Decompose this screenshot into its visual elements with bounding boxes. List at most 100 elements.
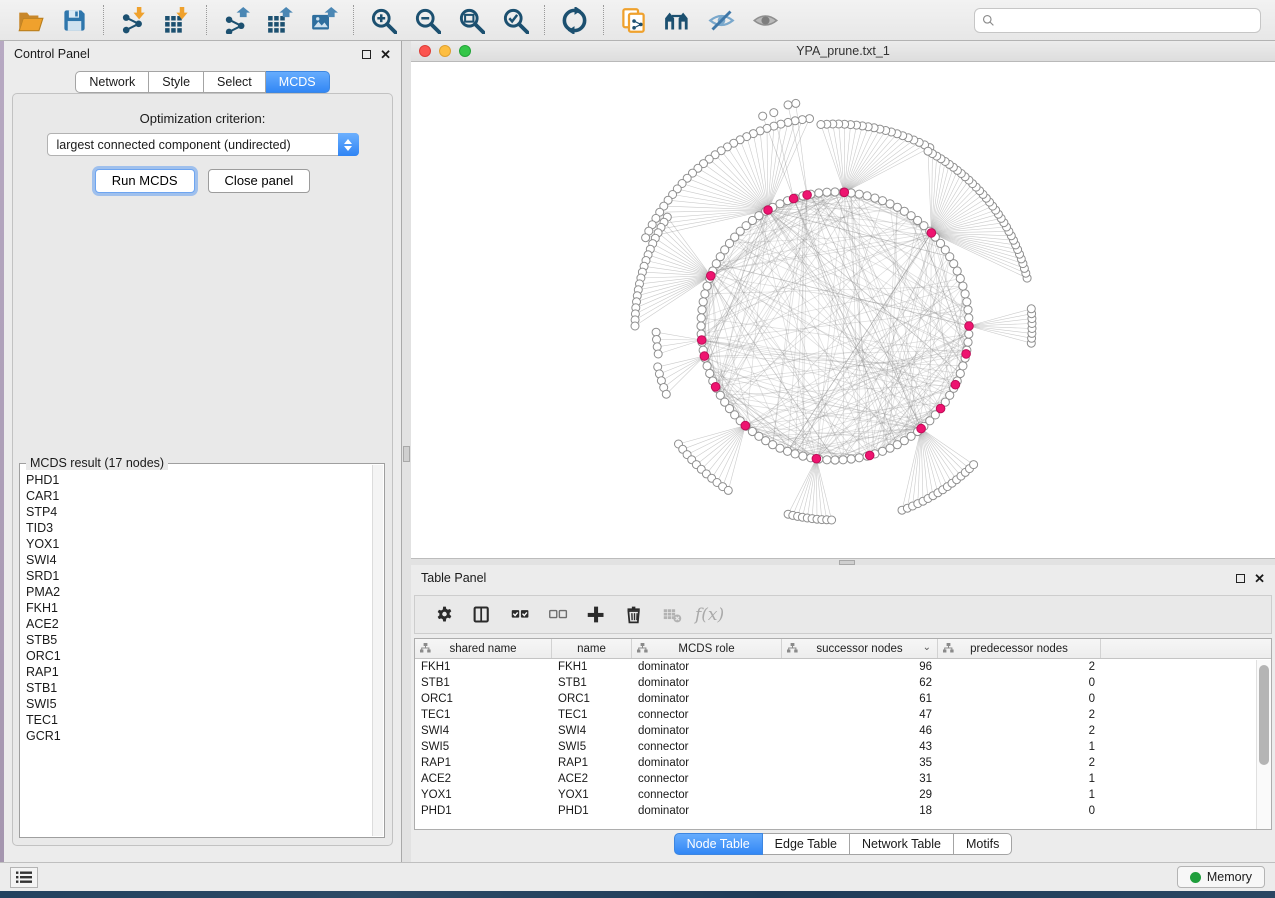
mcds-result-item[interactable]: FKH1 bbox=[26, 600, 371, 616]
horizontal-split-divider[interactable] bbox=[411, 558, 1275, 565]
tab-style[interactable]: Style bbox=[149, 71, 204, 93]
table-scrollbar[interactable] bbox=[1256, 660, 1271, 829]
memory-button[interactable]: Memory bbox=[1177, 866, 1265, 888]
mcds-result-item[interactable]: ORC1 bbox=[26, 648, 371, 664]
dropdown-stepper-icon bbox=[338, 133, 359, 156]
tab-edge-table[interactable]: Edge Table bbox=[763, 833, 850, 855]
column-header-MCDS-role[interactable]: MCDS role bbox=[632, 639, 782, 658]
delete-table-icon bbox=[662, 604, 683, 625]
network-canvas[interactable] bbox=[411, 62, 1275, 557]
export-image-button[interactable] bbox=[302, 1, 346, 39]
close-panel-icon[interactable]: ✕ bbox=[380, 50, 391, 59]
deselect-all-button[interactable] bbox=[539, 598, 577, 632]
table-scrollbar-thumb[interactable] bbox=[1259, 665, 1269, 765]
export-network-button[interactable] bbox=[214, 1, 258, 39]
table-cell: 0 bbox=[938, 677, 1101, 689]
select-all-button[interactable] bbox=[501, 598, 539, 632]
tab-network[interactable]: Network bbox=[75, 71, 149, 93]
import-table-button[interactable] bbox=[155, 1, 199, 39]
search-input[interactable] bbox=[1000, 13, 1253, 27]
node-table: shared namenameMCDS rolesuccessor nodes⌄… bbox=[414, 638, 1272, 830]
float-table-panel-icon[interactable] bbox=[1236, 574, 1245, 583]
mcds-result-item[interactable]: TEC1 bbox=[26, 712, 371, 728]
mcds-result-item[interactable]: STB5 bbox=[26, 632, 371, 648]
table-cell: 35 bbox=[782, 757, 938, 769]
column-header-successor-nodes[interactable]: successor nodes⌄ bbox=[782, 639, 938, 658]
table-row[interactable]: TEC1TEC1connector472 bbox=[415, 707, 1271, 723]
import-network-button[interactable] bbox=[111, 1, 155, 39]
table-row[interactable]: ACE2ACE2connector311 bbox=[415, 771, 1271, 787]
float-panel-icon[interactable] bbox=[362, 50, 371, 59]
table-row[interactable]: SWI4SWI4dominator462 bbox=[415, 723, 1271, 739]
delete-column-button[interactable] bbox=[615, 598, 653, 632]
refresh-view-button[interactable] bbox=[552, 1, 596, 39]
task-history-button[interactable] bbox=[10, 867, 38, 888]
save-session-button[interactable] bbox=[52, 1, 96, 39]
table-row[interactable]: FKH1FKH1dominator962 bbox=[415, 659, 1271, 675]
open-file-button[interactable] bbox=[8, 1, 52, 39]
show-all-button[interactable] bbox=[743, 1, 787, 39]
zoom-out-button[interactable] bbox=[405, 1, 449, 39]
column-header-predecessor-nodes[interactable]: predecessor nodes bbox=[938, 639, 1101, 658]
show-columns-button[interactable] bbox=[463, 598, 501, 632]
vertical-split-grip[interactable] bbox=[403, 446, 410, 462]
criterion-dropdown[interactable]: largest connected component (undirected) bbox=[47, 133, 359, 156]
export-table-button[interactable] bbox=[258, 1, 302, 39]
mcds-result-item[interactable]: SWI5 bbox=[26, 696, 371, 712]
table-header-row: shared namenameMCDS rolesuccessor nodes⌄… bbox=[415, 639, 1271, 659]
network-titlebar[interactable]: YPA_prune.txt_1 bbox=[411, 41, 1275, 62]
tab-network-table[interactable]: Network Table bbox=[850, 833, 954, 855]
mcds-result-item[interactable]: ACE2 bbox=[26, 616, 371, 632]
table-row[interactable]: SWI5SWI5connector431 bbox=[415, 739, 1271, 755]
close-table-panel-icon[interactable]: ✕ bbox=[1254, 574, 1265, 583]
criterion-dropdown-value: largest connected component (undirected) bbox=[48, 138, 338, 152]
mcds-result-item[interactable]: GCR1 bbox=[26, 728, 371, 744]
mcds-result-item[interactable]: TID3 bbox=[26, 520, 371, 536]
mcds-result-item[interactable]: PMA2 bbox=[26, 584, 371, 600]
column-label: predecessor nodes bbox=[970, 643, 1068, 655]
table-options-button[interactable] bbox=[425, 598, 463, 632]
mcds-result-item[interactable]: STB1 bbox=[26, 680, 371, 696]
tab-motifs[interactable]: Motifs bbox=[954, 833, 1012, 855]
zoom-selected-button[interactable] bbox=[493, 1, 537, 39]
mcds-result-item[interactable]: SRD1 bbox=[26, 568, 371, 584]
table-cell: 18 bbox=[782, 805, 938, 817]
first-neighbors-button[interactable] bbox=[655, 1, 699, 39]
table-row[interactable]: YOX1YOX1connector291 bbox=[415, 787, 1271, 803]
close-panel-button[interactable]: Close panel bbox=[208, 169, 311, 193]
table-row[interactable]: ORC1ORC1dominator610 bbox=[415, 691, 1271, 707]
table-cell: ACE2 bbox=[415, 773, 552, 785]
mcds-result-item[interactable]: SWI4 bbox=[26, 552, 371, 568]
search-box[interactable] bbox=[974, 8, 1261, 33]
column-label: successor nodes bbox=[816, 643, 902, 655]
table-row[interactable]: RAP1RAP1dominator352 bbox=[415, 755, 1271, 771]
mcds-result-item[interactable]: CAR1 bbox=[26, 488, 371, 504]
table-row[interactable]: PHD1PHD1dominator180 bbox=[415, 803, 1271, 819]
table-cell: FKH1 bbox=[552, 661, 632, 673]
hide-selected-button[interactable] bbox=[699, 1, 743, 39]
mcds-result-item[interactable]: YOX1 bbox=[26, 536, 371, 552]
mcds-result-scrollbar[interactable] bbox=[372, 465, 383, 836]
zoom-in-button[interactable] bbox=[361, 1, 405, 39]
mcds-result-item[interactable]: STP4 bbox=[26, 504, 371, 520]
table-options-icon bbox=[434, 604, 455, 625]
attribute-icon bbox=[787, 643, 798, 653]
tab-mcds[interactable]: MCDS bbox=[266, 71, 330, 93]
mcds-result-item[interactable]: PHD1 bbox=[26, 472, 371, 488]
tab-select[interactable]: Select bbox=[204, 71, 266, 93]
copy-network-button[interactable] bbox=[611, 1, 655, 39]
zoom-fit-button[interactable] bbox=[449, 1, 493, 39]
show-columns-icon bbox=[472, 604, 493, 625]
tab-node-table[interactable]: Node Table bbox=[674, 833, 763, 855]
add-column-button[interactable] bbox=[577, 598, 615, 632]
mcds-result-item[interactable]: RAP1 bbox=[26, 664, 371, 680]
run-mcds-button[interactable]: Run MCDS bbox=[95, 169, 195, 193]
vertical-split-divider[interactable] bbox=[402, 41, 411, 862]
table-cell: YOX1 bbox=[415, 789, 552, 801]
column-header-name[interactable]: name bbox=[552, 639, 632, 658]
table-row[interactable]: STB1STB1dominator620 bbox=[415, 675, 1271, 691]
hide-selected-icon bbox=[708, 7, 735, 34]
column-header-shared-name[interactable]: shared name bbox=[415, 639, 552, 658]
mcds-result-list[interactable]: PHD1CAR1STP4TID3YOX1SWI4SRD1PMA2FKH1ACE2… bbox=[26, 472, 371, 835]
table-cell: SWI4 bbox=[552, 725, 632, 737]
